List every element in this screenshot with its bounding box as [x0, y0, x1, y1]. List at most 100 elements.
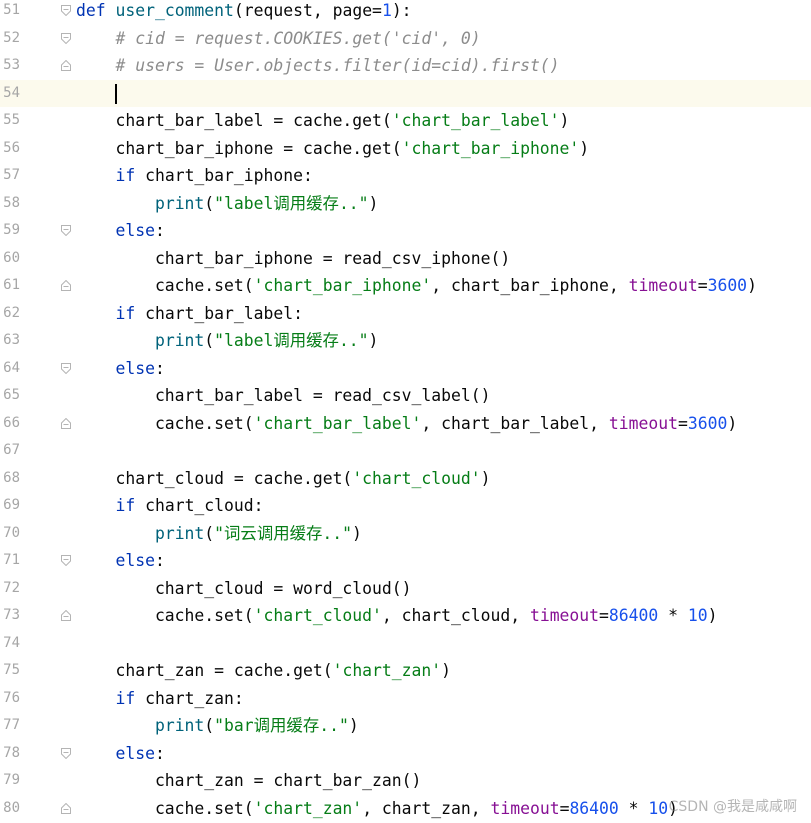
code-line[interactable]: 64 else: [0, 355, 811, 383]
code-token-plain: : [154, 221, 165, 240]
code-token-plain: chart_bar_label: [145, 303, 303, 323]
code-token-plain: : [154, 743, 165, 763]
code-line[interactable]: 70 print("词云调用缓存..") [0, 520, 811, 548]
code-token-plain: ( [204, 193, 215, 213]
code-text[interactable]: cache.set('chart_zan', chart_zan, timeou… [76, 795, 678, 823]
code-token-num: 86400 [569, 798, 619, 818]
line-number: 76 [3, 689, 20, 706]
code-line[interactable]: 57 if chart_bar_iphone: [0, 162, 811, 190]
line-number: 74 [3, 634, 20, 651]
fold-close-icon[interactable] [61, 610, 71, 621]
code-text[interactable]: chart_cloud = cache.get('chart_cloud') [76, 465, 490, 493]
text-caret [115, 83, 117, 104]
code-text[interactable]: # users = User.objects.filter(id=cid).fi… [76, 52, 559, 80]
code-line[interactable]: 76 if chart_zan: [0, 685, 811, 713]
code-text[interactable]: if chart_bar_iphone: [76, 162, 312, 190]
code-line[interactable]: 73 cache.set('chart_cloud', chart_cloud,… [0, 602, 811, 630]
code-line[interactable]: 55 chart_bar_label = cache.get('chart_ba… [0, 107, 811, 135]
code-line[interactable]: 79 chart_zan = chart_bar_zan() [0, 767, 811, 795]
code-text[interactable]: if chart_zan: [76, 685, 243, 713]
code-text[interactable]: chart_bar_label = read_csv_label() [76, 382, 491, 410]
code-token-plain: ) [707, 606, 718, 625]
code-line[interactable]: 74 [0, 630, 811, 658]
code-text[interactable]: chart_bar_label = cache.get('chart_bar_l… [76, 107, 569, 135]
code-line[interactable]: 53 # users = User.objects.filter(id=cid)… [0, 52, 811, 80]
code-line[interactable]: 77 print("bar调用缓存..") [0, 712, 811, 740]
code-line[interactable]: 72 chart_cloud = word_cloud() [0, 575, 811, 603]
code-line[interactable]: 65 chart_bar_label = read_csv_label() [0, 382, 811, 410]
code-line[interactable]: 58 print("label调用缓存..") [0, 190, 811, 218]
code-line[interactable]: 63 print("label调用缓存..") [0, 327, 811, 355]
code-text[interactable]: else: [76, 547, 164, 575]
code-token-plain: chart_bar_label = cache.get( [76, 111, 392, 130]
code-line[interactable]: 66 cache.set('chart_bar_label', chart_ba… [0, 410, 811, 438]
fold-open-icon[interactable] [61, 747, 71, 759]
code-token-plain: ): [391, 1, 412, 20]
code-line[interactable]: 68 chart_cloud = cache.get('chart_cloud'… [0, 465, 811, 493]
code-text[interactable]: if chart_cloud: [76, 492, 263, 520]
line-number: 71 [3, 552, 20, 568]
code-text[interactable]: print("label调用缓存..") [76, 327, 378, 355]
code-token-kw: else [115, 358, 155, 378]
code-token-str: "label调用缓存.." [214, 331, 369, 350]
code-text[interactable]: chart_cloud = word_cloud() [76, 575, 412, 603]
fold-open-icon[interactable] [61, 555, 71, 566]
code-line[interactable]: 59 else: [0, 217, 811, 245]
code-text[interactable]: else: [76, 217, 165, 245]
code-text[interactable]: chart_bar_iphone = cache.get('chart_bar_… [76, 135, 589, 163]
code-line[interactable]: 60 chart_bar_iphone = read_csv_iphone() [0, 245, 811, 273]
line-number: 64 [3, 359, 20, 376]
code-text[interactable]: cache.set('chart_bar_label', chart_bar_l… [76, 410, 737, 438]
code-line[interactable]: 62 if chart_bar_label: [0, 300, 811, 328]
fold-close-icon[interactable] [61, 802, 71, 814]
code-line[interactable]: 61 cache.set('chart_bar_iphone', chart_b… [0, 272, 811, 300]
code-text[interactable]: def user_comment(request, page=1): [76, 0, 412, 25]
code-text[interactable]: cache.set('chart_cloud', chart_cloud, ti… [76, 602, 718, 630]
fold-close-icon[interactable] [61, 417, 71, 429]
code-text[interactable]: chart_zan = cache.get('chart_zan') [76, 657, 451, 685]
code-line[interactable]: 78 else: [0, 740, 811, 768]
code-token-plain: chart_cloud = cache.get( [76, 468, 353, 488]
code-text[interactable]: chart_bar_iphone = read_csv_iphone() [76, 245, 510, 273]
fold-open-icon[interactable] [61, 362, 71, 374]
code-line[interactable]: 54 [0, 79, 811, 107]
code-line[interactable]: 51 def user_comment(request, page=1): [0, 0, 811, 25]
line-number: 68 [3, 469, 20, 486]
code-line[interactable]: 71 else: [0, 547, 811, 575]
code-line[interactable]: 69 if chart_cloud: [0, 492, 811, 520]
fold-close-icon[interactable] [61, 280, 71, 291]
fold-open-icon[interactable] [61, 5, 71, 16]
code-text[interactable]: # cid = request.COOKIES.get('cid', 0) [76, 25, 481, 53]
code-line[interactable]: 67 [0, 437, 811, 465]
fold-close-icon[interactable] [61, 60, 71, 71]
watermark: CSDN @我是咸咸啊 [668, 799, 797, 815]
fold-open-icon[interactable] [61, 225, 71, 236]
code-line[interactable]: 52 # cid = request.COOKIES.get('cid', 0) [0, 25, 811, 53]
code-text[interactable]: print("bar调用缓存..") [76, 712, 359, 740]
code-text[interactable]: else: [76, 355, 164, 383]
code-token-str: 'chart_zan' [332, 661, 442, 680]
line-number: 67 [3, 442, 20, 458]
code-token-plain: ) [368, 331, 379, 350]
code-text[interactable]: chart_zan = chart_bar_zan() [76, 767, 421, 795]
code-token-plain: cache.set( [76, 413, 254, 433]
code-line[interactable]: 75 chart_zan = cache.get('chart_zan') [0, 657, 811, 685]
code-text[interactable]: print("词云调用缓存..") [76, 520, 362, 548]
code-editor[interactable]: 51 def user_comment(request, page=1): 52 #… [0, 0, 811, 823]
code-token-plain: ( [204, 716, 215, 735]
code-text[interactable]: print("label调用缓存..") [76, 190, 378, 218]
line-number: 77 [3, 717, 20, 733]
fold-open-icon[interactable] [61, 32, 71, 44]
code-token-plain: (request, page= [233, 1, 382, 20]
code-token-plain: chart_bar_iphone = read_csv_iphone() [76, 248, 511, 268]
code-text[interactable]: cache.set('chart_bar_iphone', chart_bar_… [76, 272, 757, 300]
code-text[interactable]: if chart_bar_label: [76, 300, 303, 328]
code-text[interactable]: else: [76, 740, 165, 768]
code-line[interactable]: 56 chart_bar_iphone = cache.get('chart_b… [0, 135, 811, 163]
code-token-cmt: # cid = request.COOKIES.get('cid', 0) [115, 28, 481, 48]
code-token-fn: print [154, 331, 205, 350]
